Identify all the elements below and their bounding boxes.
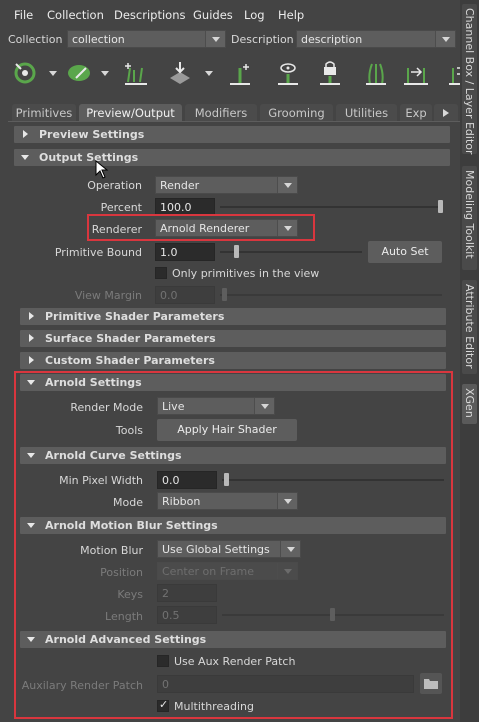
add-guide-icon[interactable] — [226, 60, 254, 88]
chevron-down-icon — [205, 31, 225, 47]
collection-label: Collection — [8, 33, 63, 46]
tab-baseline — [8, 121, 460, 122]
only-primitives-checkbox[interactable] — [155, 267, 167, 279]
collapse-arrow-icon — [21, 155, 29, 160]
chevron-down-icon[interactable] — [204, 70, 214, 78]
tab-primitives[interactable]: Primitives — [12, 104, 76, 121]
description-value: description — [301, 33, 363, 46]
expand-arrow-icon — [23, 130, 28, 138]
menu-log[interactable]: Log — [244, 8, 265, 22]
visibility-icon[interactable] — [274, 60, 302, 88]
section-title: Custom Shader Parameters — [45, 354, 215, 367]
leaf-icon[interactable] — [66, 60, 94, 88]
percent-label: Percent — [100, 201, 142, 214]
description-label: Description — [231, 33, 294, 46]
primitive-bound-field[interactable]: 1.0 — [155, 243, 215, 261]
section-title: Preview Settings — [39, 128, 145, 141]
expand-arrow-icon — [29, 334, 34, 342]
renderer-highlight — [87, 214, 315, 241]
only-primitives-label: Only primitives in the view — [172, 267, 320, 280]
tab-expressions[interactable]: Exp — [400, 104, 432, 121]
tab-utilities[interactable]: Utilities — [336, 104, 397, 121]
place-guides-icon[interactable] — [166, 60, 194, 88]
menu-guides[interactable]: Guides — [193, 8, 233, 22]
section-title: Output Settings — [39, 151, 139, 164]
section-output-settings[interactable]: Output Settings — [14, 149, 450, 166]
tab-preview-output[interactable]: Preview/Output — [79, 104, 182, 121]
description-dropdown[interactable]: description — [296, 30, 456, 48]
view-margin-slider-handle[interactable] — [222, 288, 227, 301]
chevron-down-icon[interactable] — [100, 70, 110, 78]
collection-value: collection — [72, 33, 125, 46]
primitive-bound-slider[interactable] — [220, 251, 362, 253]
tab-grooming[interactable]: Grooming — [260, 104, 333, 121]
primitive-bound-slider-handle[interactable] — [234, 245, 239, 258]
chevron-down-icon — [435, 31, 455, 47]
side-tab-label: Attribute Editor — [463, 284, 476, 369]
mouse-cursor-icon — [95, 160, 109, 179]
expand-arrow-icon — [29, 312, 34, 320]
percent-slider[interactable] — [220, 206, 442, 208]
section-custom-shader-parameters[interactable]: Custom Shader Parameters — [20, 352, 446, 369]
side-tab-label: XGen — [463, 388, 476, 418]
side-tab-modeling-toolkit[interactable]: Modeling Toolkit — [462, 166, 477, 270]
flip-guides-icon[interactable] — [402, 60, 430, 88]
arrow-right-icon — [443, 109, 449, 117]
tab-overflow-button[interactable] — [434, 104, 458, 121]
section-surface-shader-parameters[interactable]: Surface Shader Parameters — [20, 330, 446, 347]
chevron-down-icon — [277, 177, 297, 193]
section-title: Surface Shader Parameters — [45, 332, 216, 345]
guide-strands-icon[interactable] — [362, 60, 390, 88]
operation-value: Render — [160, 179, 200, 192]
arnold-settings-highlight — [14, 371, 453, 719]
side-tab-xgen[interactable]: XGen — [462, 384, 477, 424]
section-primitive-shader-parameters[interactable]: Primitive Shader Parameters — [20, 308, 446, 325]
section-title: Primitive Shader Parameters — [45, 310, 225, 323]
view-margin-slider[interactable] — [220, 294, 442, 296]
side-tab-label: Modeling Toolkit — [463, 170, 476, 259]
lock-icon[interactable] — [316, 60, 344, 88]
menu-help[interactable]: Help — [278, 8, 304, 22]
operation-label: Operation — [87, 179, 142, 192]
collection-dropdown[interactable]: collection — [67, 30, 226, 48]
chevron-down-icon[interactable] — [48, 70, 58, 78]
operation-dropdown[interactable]: Render — [155, 176, 298, 194]
primitive-bound-label: Primitive Bound — [54, 246, 142, 259]
expand-arrow-icon — [29, 356, 34, 364]
side-tab-channel-box[interactable]: Channel Box / Layer Editor — [462, 4, 477, 155]
side-tab-attribute-editor[interactable]: Attribute Editor — [462, 280, 477, 374]
section-preview-settings[interactable]: Preview Settings — [14, 126, 450, 143]
view-margin-label: View Margin — [74, 289, 142, 302]
auto-set-button[interactable]: Auto Set — [368, 241, 442, 263]
menu-bar: File Collection Descriptions Guides Log … — [0, 0, 460, 28]
menu-descriptions[interactable]: Descriptions — [114, 8, 186, 22]
menu-collection[interactable]: Collection — [47, 8, 104, 22]
create-description-icon[interactable] — [12, 60, 40, 88]
percent-slider-handle[interactable] — [438, 200, 443, 213]
menu-file[interactable]: File — [14, 8, 33, 22]
side-tab-label: Channel Box / Layer Editor — [463, 8, 476, 155]
view-margin-field[interactable]: 0.0 — [155, 286, 215, 304]
add-guides-icon[interactable] — [122, 60, 150, 88]
tab-modifiers[interactable]: Modifiers — [185, 104, 257, 121]
